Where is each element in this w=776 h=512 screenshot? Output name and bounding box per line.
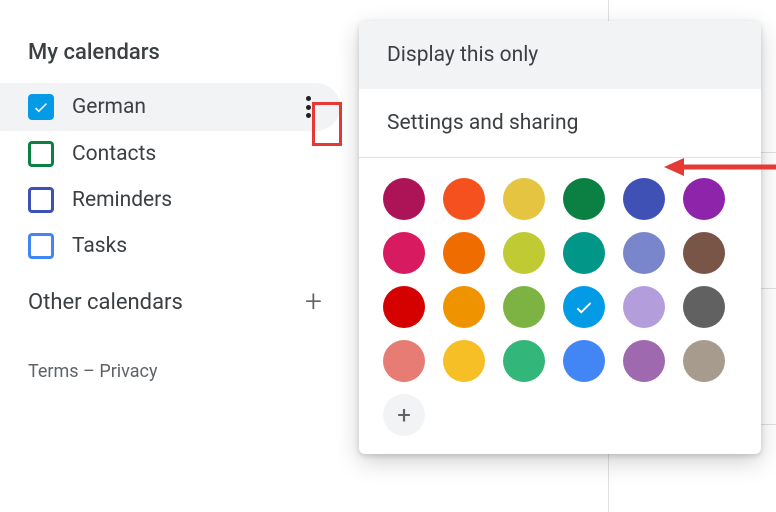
calendar-label: Reminders	[72, 188, 322, 212]
calendar-item-reminders[interactable]: Reminders	[0, 177, 340, 223]
color-swatch[interactable]	[683, 340, 725, 382]
other-calendars-header-row[interactable]: Other calendars +	[0, 269, 340, 335]
color-swatch[interactable]	[383, 232, 425, 274]
calendar-label: Contacts	[72, 142, 322, 166]
menu-settings-and-sharing[interactable]: Settings and sharing	[359, 89, 761, 157]
menu-display-this-only[interactable]: Display this only	[359, 21, 761, 89]
calendar-label: German	[72, 95, 294, 119]
footer-links: Terms – Privacy	[0, 335, 340, 408]
plus-icon: +	[397, 403, 411, 427]
color-swatch[interactable]	[503, 340, 545, 382]
privacy-link[interactable]: Privacy	[99, 361, 157, 382]
color-swatch[interactable]	[683, 178, 725, 220]
add-other-calendar-icon[interactable]: +	[305, 287, 322, 317]
my-calendars-list: German Contacts Reminders Tasks	[0, 83, 340, 269]
color-swatch[interactable]	[623, 232, 665, 274]
color-swatch[interactable]	[443, 340, 485, 382]
calendar-sidebar: My calendars German Contacts Reminders T…	[0, 0, 340, 408]
color-swatch[interactable]	[503, 286, 545, 328]
color-swatch[interactable]	[443, 232, 485, 274]
color-swatch[interactable]	[443, 178, 485, 220]
annotation-highlight-box	[312, 102, 342, 146]
color-swatch[interactable]	[563, 340, 605, 382]
color-swatch[interactable]	[683, 232, 725, 274]
terms-link[interactable]: Terms	[28, 361, 79, 382]
color-swatch[interactable]	[563, 232, 605, 274]
color-swatch[interactable]	[623, 340, 665, 382]
footer-separator: –	[79, 361, 100, 382]
color-swatch-selected[interactable]	[563, 286, 605, 328]
my-calendars-header[interactable]: My calendars	[0, 40, 340, 83]
annotation-arrow-icon	[664, 156, 776, 178]
color-swatch[interactable]	[383, 286, 425, 328]
color-swatch[interactable]	[563, 178, 605, 220]
color-swatch[interactable]	[503, 178, 545, 220]
calendar-item-german[interactable]: German	[0, 83, 340, 131]
color-swatch[interactable]	[503, 232, 545, 274]
color-swatch[interactable]	[623, 178, 665, 220]
calendar-options-popup: Display this only Settings and sharing +	[359, 21, 761, 454]
checkbox-reminders[interactable]	[28, 187, 54, 213]
color-swatch[interactable]	[623, 286, 665, 328]
calendar-item-tasks[interactable]: Tasks	[0, 223, 340, 269]
checkmark-icon	[32, 98, 50, 116]
checkmark-icon	[573, 296, 595, 318]
add-custom-color-button[interactable]: +	[383, 394, 425, 436]
color-swatch[interactable]	[383, 340, 425, 382]
checkbox-contacts[interactable]	[28, 141, 54, 167]
color-picker-grid	[359, 158, 761, 386]
color-swatch[interactable]	[443, 286, 485, 328]
color-swatch[interactable]	[683, 286, 725, 328]
other-calendars-header: Other calendars	[28, 290, 183, 315]
calendar-item-contacts[interactable]: Contacts	[0, 131, 340, 177]
checkbox-german[interactable]	[28, 94, 54, 120]
checkbox-tasks[interactable]	[28, 233, 54, 259]
calendar-label: Tasks	[72, 234, 322, 258]
color-swatch[interactable]	[383, 178, 425, 220]
